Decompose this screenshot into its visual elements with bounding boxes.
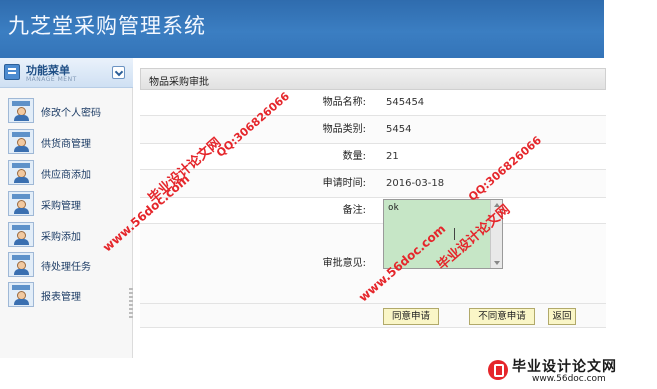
opinion-scrollbar[interactable] — [490, 200, 502, 268]
sidebar-item-purchase-manage[interactable]: 采购管理 — [8, 191, 126, 217]
sidebar-item-label: 采购管理 — [41, 201, 81, 212]
field-value: 2016-03-18 — [386, 178, 445, 189]
collapse-menu-icon[interactable] — [112, 66, 125, 79]
user-icon — [8, 98, 34, 123]
sidebar-item-label: 采购添加 — [41, 232, 81, 243]
sidebar-subtitle: MANAGE MENT — [26, 76, 77, 83]
main-content: 物品采购审批 物品名称: 545454 物品类别: 5454 数量: 21 申请… — [134, 58, 657, 358]
field-label: 备注: — [342, 205, 366, 216]
panel-title: 物品采购审批 — [149, 77, 209, 88]
app-header: 九芝堂采购管理系统 — [0, 0, 604, 58]
field-label: 物品类别: — [322, 124, 366, 135]
scroll-down-icon[interactable] — [494, 261, 500, 265]
field-row-apply-time: 申请时间: 2016-03-18 — [140, 170, 606, 198]
field-label: 物品名称: — [322, 97, 366, 108]
menu-icon — [4, 64, 20, 80]
user-icon — [8, 160, 34, 185]
sidebar-item-purchase-add[interactable]: 采购添加 — [8, 222, 126, 248]
field-row-item-name: 物品名称: 545454 — [140, 90, 606, 116]
user-icon — [8, 222, 34, 247]
sidebar-item-supplier-add[interactable]: 供应商添加 — [8, 160, 126, 186]
field-label: 申请时间: — [322, 178, 366, 189]
sidebar-resize-handle[interactable] — [129, 288, 133, 318]
user-icon — [8, 129, 34, 154]
panel-header: 物品采购审批 — [140, 68, 606, 90]
sidebar-item-label: 供应商添加 — [41, 170, 91, 181]
field-label: 审批意见: — [322, 258, 366, 269]
sidebar-item-label: 供货商管理 — [41, 139, 91, 150]
app-root: 九芝堂采购管理系统 功能菜单 MANAGE MENT 修改个人密码 供货商管理 … — [0, 0, 657, 389]
approval-opinion-input[interactable]: ok — [383, 199, 503, 269]
sidebar-item-label: 待处理任务 — [41, 262, 91, 273]
sidebar-item-label: 修改个人密码 — [41, 108, 101, 119]
field-row-item-category: 物品类别: 5454 — [140, 116, 606, 144]
user-icon — [8, 282, 34, 307]
sidebar-item-reports[interactable]: 报表管理 — [8, 282, 126, 308]
sidebar-item-label: 报表管理 — [41, 292, 81, 303]
text-cursor-icon — [454, 228, 455, 240]
watermark-footer-site: www.56doc.com — [532, 374, 606, 384]
back-button[interactable]: 返回 — [548, 308, 576, 325]
field-row-opinion: 审批意见: — [140, 224, 606, 304]
header-side-space — [604, 0, 657, 58]
app-title: 九芝堂采购管理系统 — [8, 14, 206, 38]
button-row: 同意申请 不同意申请 返回 — [140, 304, 606, 328]
field-value: 545454 — [386, 97, 425, 108]
watermark-logo-icon — [488, 360, 508, 380]
sidebar-item-supplier-manage[interactable]: 供货商管理 — [8, 129, 126, 155]
user-icon — [8, 252, 34, 277]
field-row-remark: 备注: 2 — [140, 198, 606, 224]
sidebar: 功能菜单 MANAGE MENT 修改个人密码 供货商管理 供应商添加 采购管理… — [0, 58, 133, 358]
field-value: 21 — [386, 151, 399, 162]
scroll-up-icon[interactable] — [494, 203, 500, 207]
field-label: 数量: — [342, 151, 366, 162]
user-icon — [8, 191, 34, 216]
field-row-quantity: 数量: 21 — [140, 144, 606, 170]
field-value: 5454 — [386, 124, 412, 135]
sidebar-header: 功能菜单 MANAGE MENT — [0, 58, 133, 88]
approve-button[interactable]: 同意申请 — [383, 308, 439, 325]
watermark-footer-brand: 毕业设计论文网 — [512, 359, 617, 375]
sidebar-item-change-password[interactable]: 修改个人密码 — [8, 98, 126, 124]
reject-button[interactable]: 不同意申请 — [469, 308, 535, 325]
sidebar-item-pending-tasks[interactable]: 待处理任务 — [8, 252, 126, 278]
